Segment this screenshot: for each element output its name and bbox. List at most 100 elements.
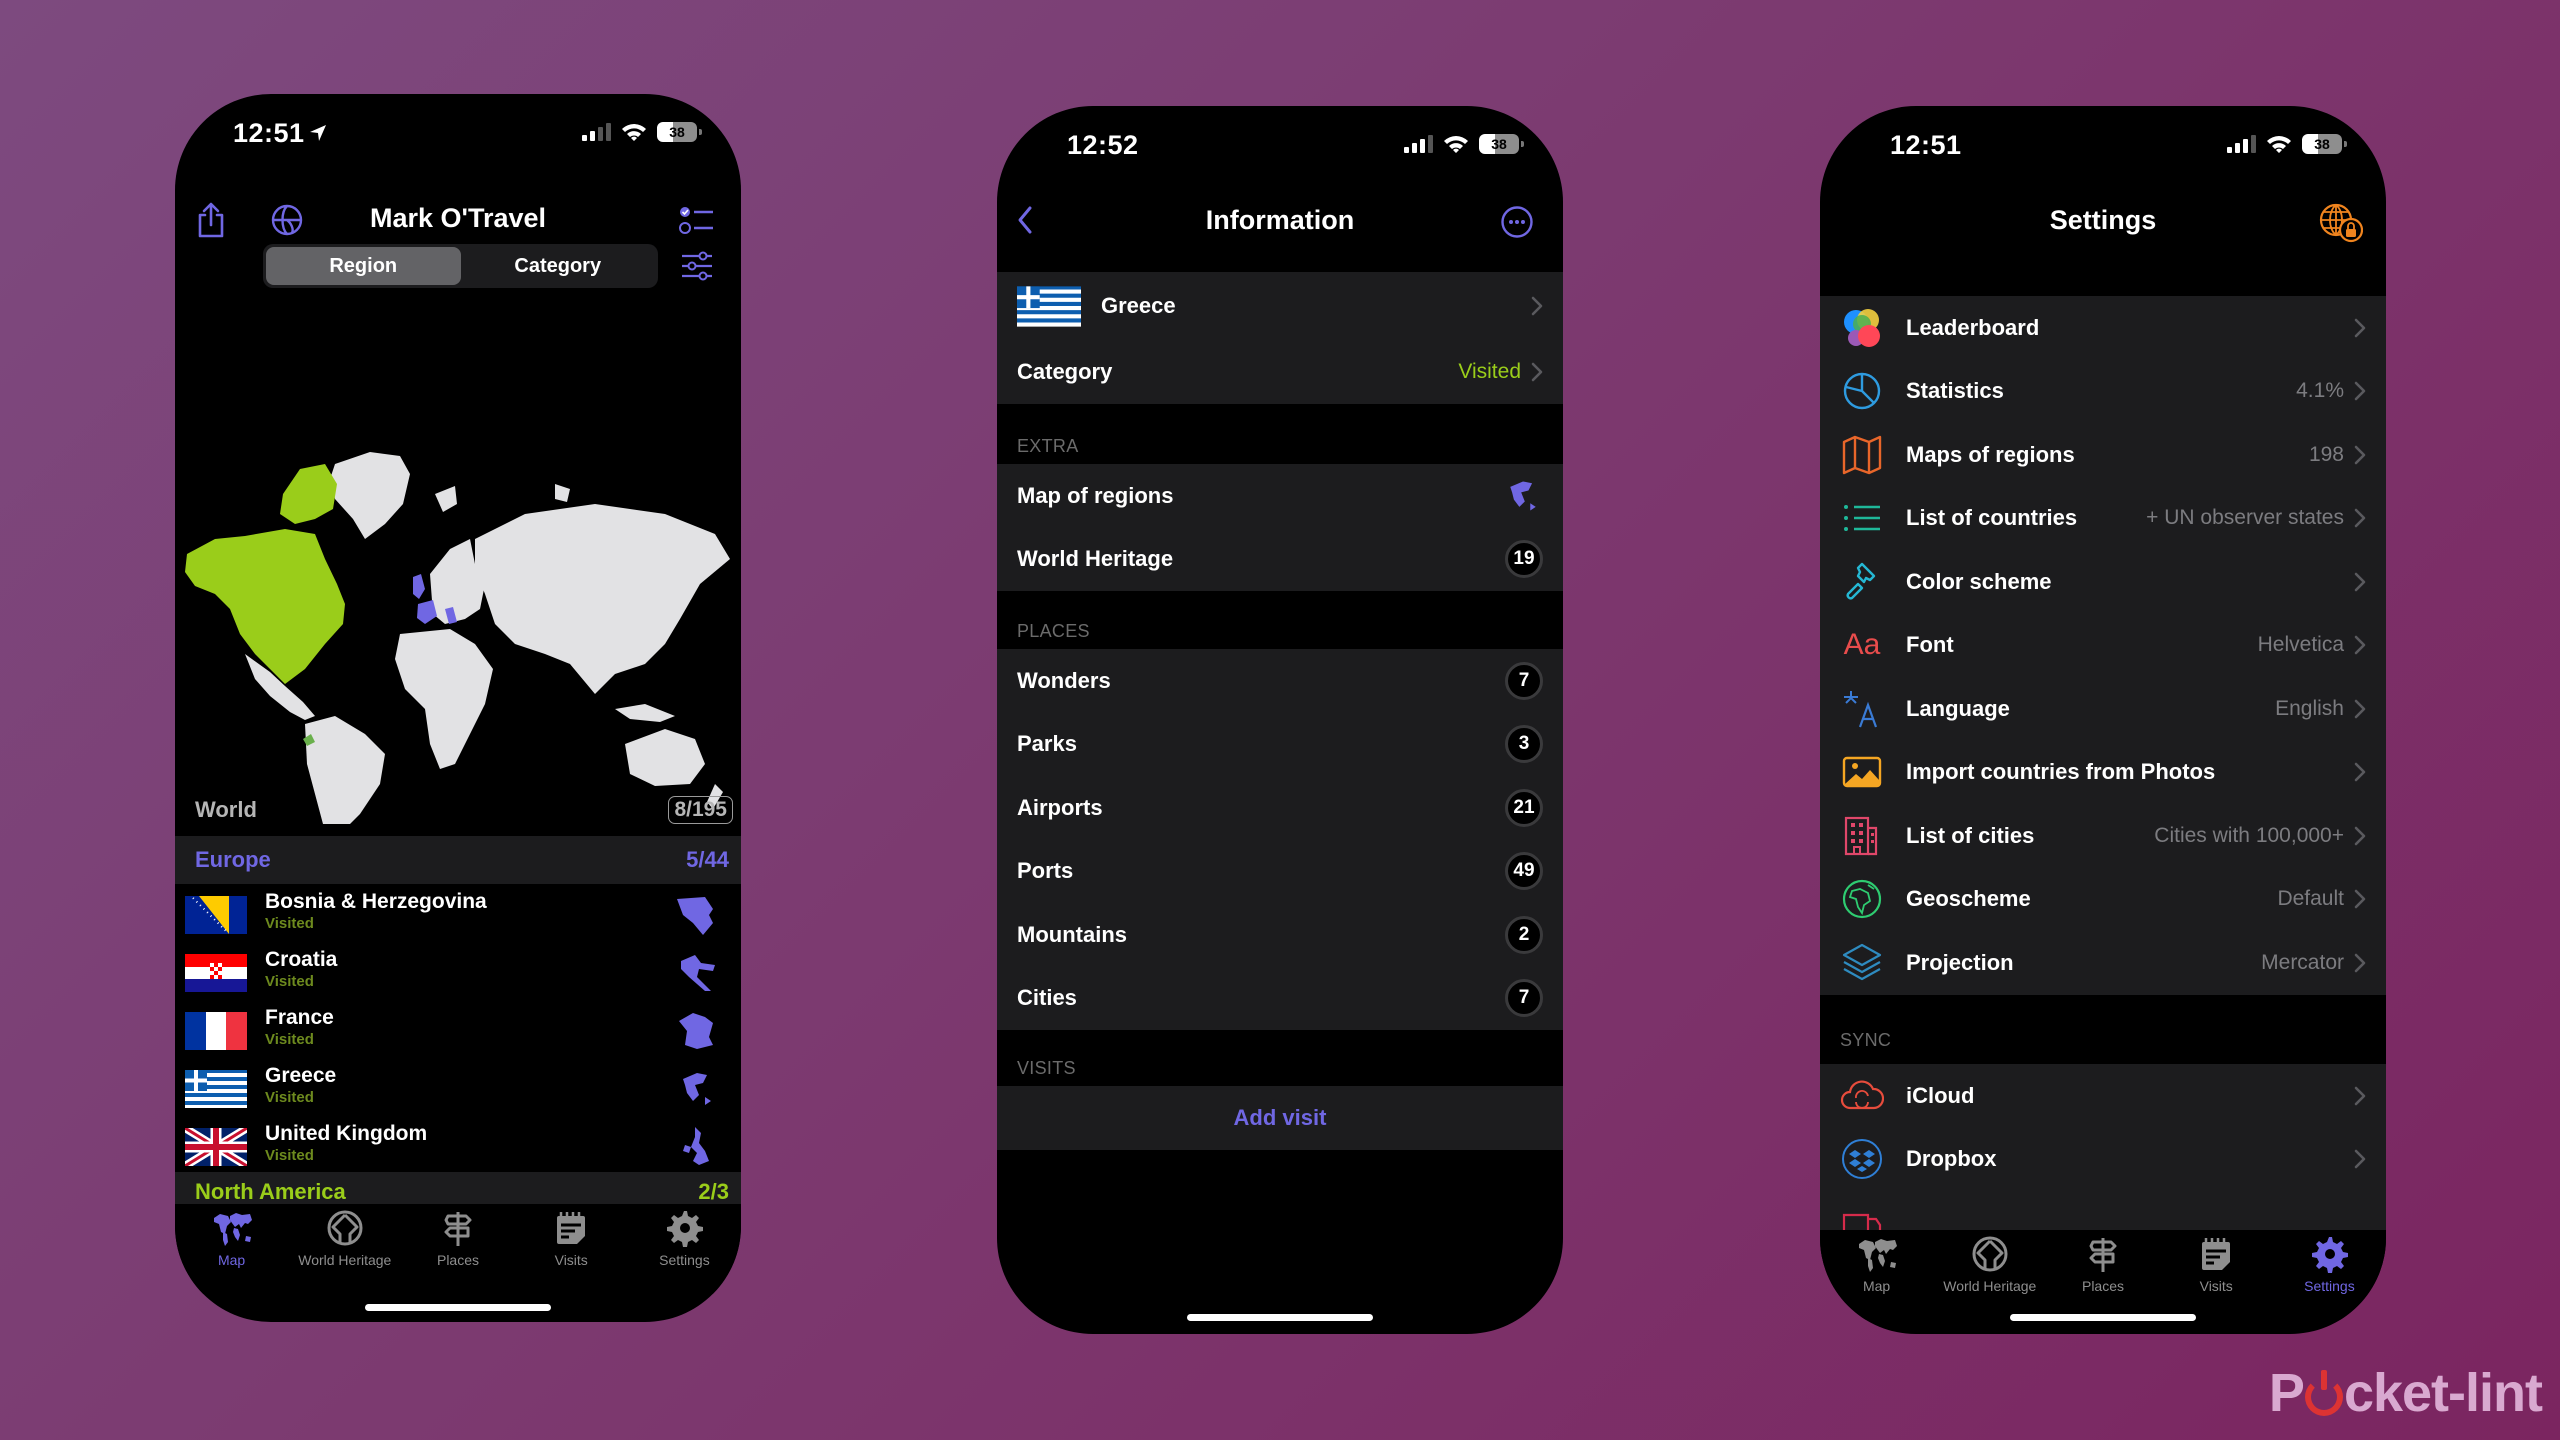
tab-visits[interactable]: Visits (2160, 1230, 2273, 1320)
country-row[interactable]: United Kingdom Visited (175, 1118, 741, 1176)
croatia-shape-icon (681, 955, 715, 991)
tab-map[interactable]: Map (1820, 1230, 1933, 1320)
tab-bar: Map World Heritage Places Visits Setting… (1820, 1230, 2386, 1320)
map-greenland (330, 452, 410, 539)
cellular-signal-icon (1404, 135, 1433, 153)
row-label: Statistics (1906, 378, 2004, 404)
region-header-europe[interactable]: Europe 5/44 (175, 836, 741, 884)
settings-row-import-photos[interactable]: Import countries from Photos (1820, 741, 2386, 805)
map-of-regions-row[interactable]: Map of regions (997, 464, 1563, 528)
row-label: Color scheme (1906, 568, 2052, 594)
country-detail-row[interactable]: Greece (997, 272, 1563, 340)
tab-label: World Heritage (1943, 1278, 2037, 1294)
map-indonesia (615, 704, 675, 722)
world-map[interactable] (175, 324, 741, 824)
places-row[interactable]: Mountains 2 (997, 903, 1563, 967)
tab-settings[interactable]: Settings (628, 1204, 741, 1294)
tab-label: Places (436, 1252, 480, 1268)
count-badge: 2 (1505, 915, 1543, 954)
country-status: Visited (265, 1147, 314, 1164)
watermark-text-start: P (2268, 1363, 2305, 1423)
chevron-right-icon (2354, 318, 2366, 338)
category-row[interactable]: Category Visited (997, 340, 1563, 404)
tab-places[interactable]: Places (2046, 1230, 2159, 1320)
count-badge: 49 (1505, 852, 1543, 891)
settings-row-list-of-countries[interactable]: List of countries + UN observer states (1820, 487, 2386, 551)
premium-lock-button[interactable] (2314, 198, 2366, 246)
country-row[interactable]: Croatia Visited (175, 944, 741, 1002)
places-row[interactable]: Cities 7 (997, 967, 1563, 1031)
segment-category[interactable]: Category (461, 247, 656, 285)
chevron-right-icon (2354, 953, 2366, 973)
tab-places[interactable]: Places (401, 1204, 514, 1294)
filter-button[interactable] (675, 244, 719, 288)
tab-world-heritage[interactable]: World Heritage (1933, 1230, 2046, 1320)
folded-map-icon (1842, 435, 1882, 474)
flag-bosnia-icon (185, 896, 247, 934)
row-label: List of cities (1906, 822, 2035, 848)
country-name: Bosnia & Herzegovina (265, 890, 487, 913)
settings-row-maps-of-regions[interactable]: Maps of regions 198 (1820, 423, 2386, 487)
settings-row-leaderboard[interactable]: Leaderboard (1820, 296, 2386, 360)
settings-row-icloud[interactable]: iCloud (1820, 1064, 2386, 1128)
tab-label: World Heritage (298, 1252, 392, 1268)
country-row[interactable]: Bosnia & Herzegovina Visited (175, 886, 741, 944)
region-category-segmented-control: Region Category (263, 244, 658, 288)
country-name: Greece (265, 1064, 337, 1087)
row-label: Mountains (1017, 921, 1127, 947)
settings-row-partial[interactable] (1820, 1191, 2386, 1231)
settings-row-font[interactable]: Aa Font Helvetica (1820, 614, 2386, 678)
settings-row-color-scheme[interactable]: Color scheme (1820, 550, 2386, 614)
country-name: Greece (1101, 293, 1176, 318)
category-label: Category (1017, 358, 1113, 384)
flag-uk-icon (185, 1128, 247, 1166)
country-row[interactable]: France Visited (175, 1002, 741, 1060)
count-badge: 3 (1505, 725, 1543, 764)
flag-greece-icon (1017, 286, 1081, 327)
country-status: Visited (265, 1031, 314, 1048)
world-heritage-row[interactable]: World Heritage 19 (997, 528, 1563, 592)
chevron-right-icon (2354, 508, 2366, 528)
chevron-right-icon (2354, 381, 2366, 401)
phone-map-screen: 12:51 38 Mark O'Travel Region Category W… (175, 94, 741, 1322)
dropbox-icon (1842, 1139, 1882, 1180)
home-indicator (2010, 1314, 2196, 1321)
checklist-button[interactable] (675, 198, 719, 242)
map-canada-islands (280, 464, 337, 524)
tab-label: Places (2081, 1278, 2125, 1294)
power-icon (2304, 1370, 2343, 1416)
settings-sync-group: iCloud Dropbox (1820, 1064, 2386, 1254)
more-options-button[interactable] (1495, 200, 1539, 244)
add-visit-button[interactable]: Add visit (997, 1086, 1563, 1150)
bosnia-shape-icon (677, 897, 713, 935)
settings-row-statistics[interactable]: Statistics 4.1% (1820, 360, 2386, 424)
settings-row-list-of-cities[interactable]: List of cities Cities with 100,000+ (1820, 804, 2386, 868)
home-indicator (365, 1304, 551, 1311)
battery-indicator: 38 (2302, 134, 2347, 154)
world-summary-row[interactable]: World 8/195 (175, 784, 741, 836)
places-row[interactable]: Ports 49 (997, 840, 1563, 904)
row-value: Cities with 100,000+ (2154, 823, 2344, 847)
tab-visits[interactable]: Visits (515, 1204, 628, 1294)
tab-settings[interactable]: Settings (2273, 1230, 2386, 1320)
places-row[interactable]: Airports 21 (997, 776, 1563, 840)
row-label: Map of regions (1017, 482, 1174, 508)
settings-row-dropbox[interactable]: Dropbox (1820, 1128, 2386, 1192)
places-row[interactable]: Wonders 7 (997, 649, 1563, 713)
settings-row-language[interactable]: Language English (1820, 677, 2386, 741)
tab-map[interactable]: Map (175, 1204, 288, 1294)
row-label: Wonders (1017, 667, 1111, 693)
tab-label: Settings (659, 1252, 710, 1268)
settings-row-projection[interactable]: Projection Mercator (1820, 931, 2386, 995)
settings-row-geoscheme[interactable]: Geoscheme Default (1820, 868, 2386, 932)
world-heritage-icon (323, 1208, 367, 1248)
count-badge: 19 (1505, 540, 1543, 579)
places-row[interactable]: Parks 3 (997, 713, 1563, 777)
tab-bar: Map World Heritage Places Visits Setting… (175, 1204, 741, 1294)
status-time: 12:52 (1067, 130, 1139, 160)
country-row[interactable]: Greece Visited (175, 1060, 741, 1118)
segment-region[interactable]: Region (266, 247, 461, 285)
tab-world-heritage[interactable]: World Heritage (288, 1204, 401, 1294)
ellipsis-circle-icon (1501, 206, 1533, 238)
section-header-sync: SYNC (1840, 1030, 1892, 1050)
